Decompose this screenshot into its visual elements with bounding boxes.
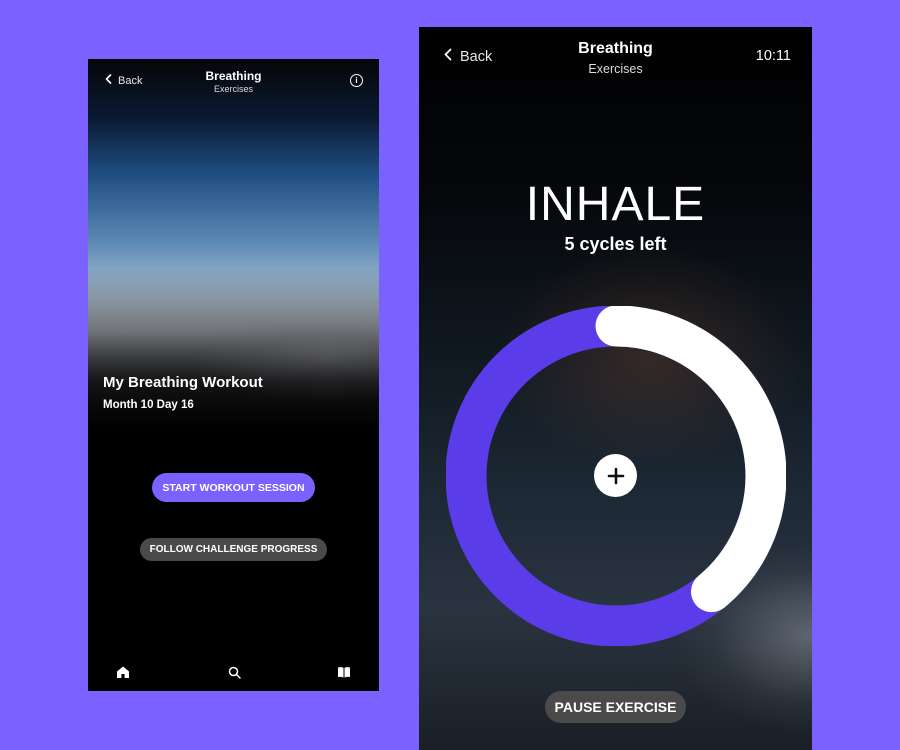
bottom-tab-bar xyxy=(88,641,379,691)
page-title: Breathing xyxy=(205,69,262,83)
search-icon[interactable] xyxy=(225,663,243,681)
info-icon[interactable]: i xyxy=(350,74,363,87)
workout-title: My Breathing Workout xyxy=(103,374,263,391)
start-workout-button[interactable]: START WORKOUT SESSION xyxy=(152,473,315,502)
top-nav-bar: Back Breathing Exercises 10:11 xyxy=(419,27,812,87)
plus-icon[interactable] xyxy=(594,454,637,497)
book-icon[interactable] xyxy=(335,663,353,681)
pause-exercise-button[interactable]: PAUSE EXERCISE xyxy=(545,691,686,723)
page-title: Breathing xyxy=(578,40,653,57)
workout-date: Month 10 Day 16 xyxy=(103,399,194,411)
page-subtitle: Exercises xyxy=(213,84,253,94)
home-screen: Back Breathing Exercises i My Breathing … xyxy=(88,59,379,691)
home-icon[interactable] xyxy=(114,663,132,681)
top-nav-bar: Back Breathing Exercises i xyxy=(88,59,379,107)
follow-challenge-button[interactable]: FOLLOW CHALLENGE PROGRESS xyxy=(140,538,327,561)
breathing-exercise-screen: Back Breathing Exercises 10:11 INHALE 5 … xyxy=(419,27,812,750)
breathing-phase: INHALE xyxy=(525,178,706,231)
page-subtitle: Exercises xyxy=(588,62,643,76)
clock-time: 10:11 xyxy=(755,48,791,64)
cycles-left: 5 cycles left xyxy=(564,234,667,254)
